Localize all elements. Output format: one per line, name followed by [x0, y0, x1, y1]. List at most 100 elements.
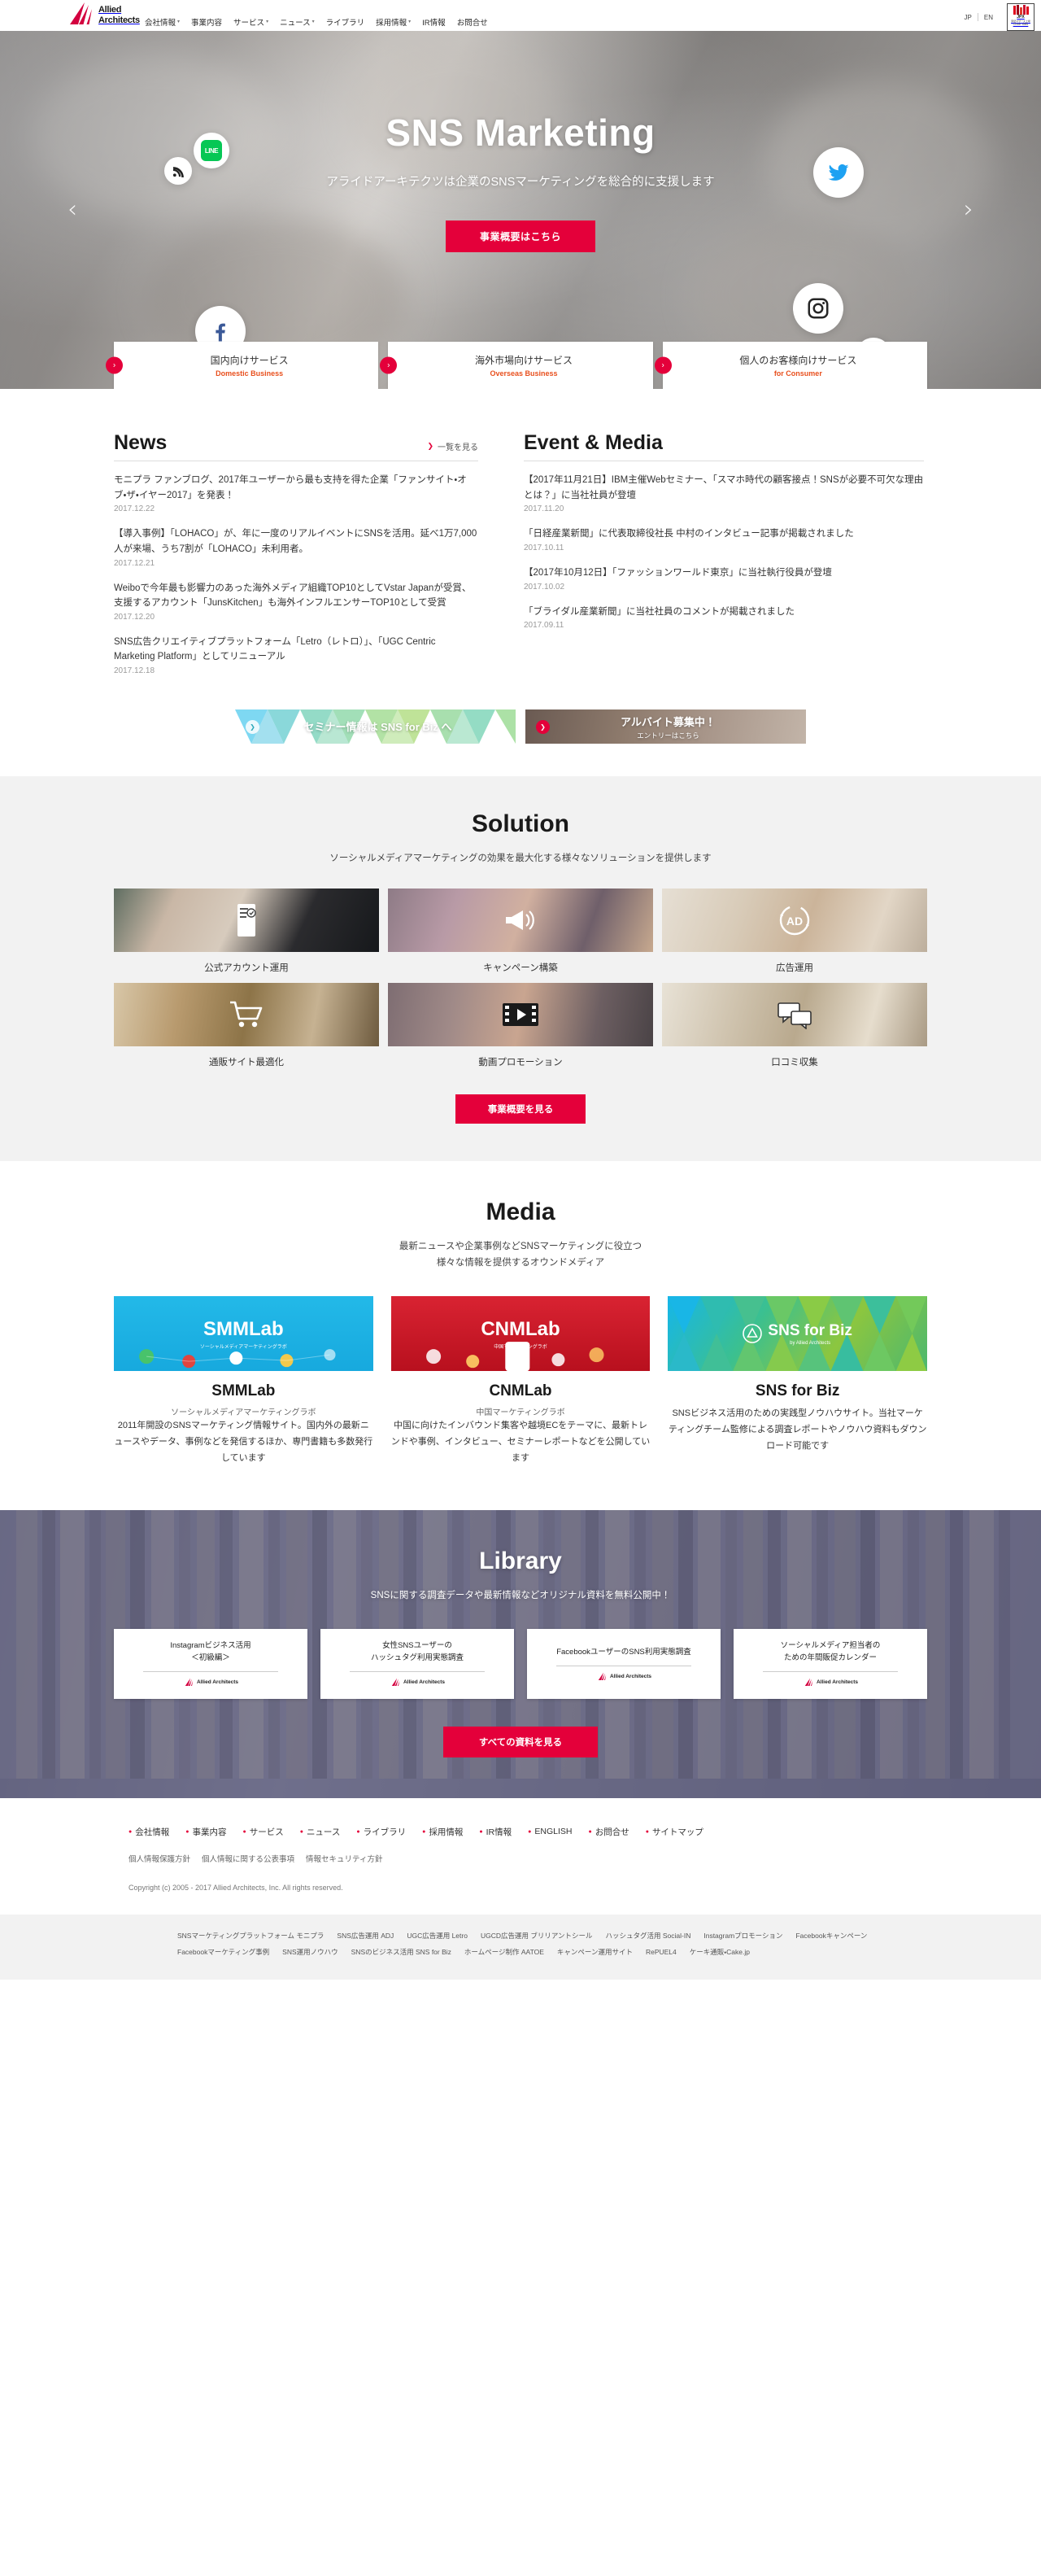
news-column: News ❯ 一覧を見る モニプラ ファンブログ、2017年ユーザーから最も支持… [114, 431, 478, 688]
media-card-smmlab[interactable]: SMMLab ソーシャルメディアマーケティングラボ SMMLab ソーシャルメデ… [114, 1296, 373, 1466]
news-item-link[interactable]: モニプラ ファンブログ、2017年ユーザーから最も支持を得た企業「ファンサイト・… [114, 473, 478, 503]
library-card-brand-text: Allied Architects [196, 1679, 239, 1685]
jpx-listing-badge[interactable]: JPX 東証マザーズ上場 CODE: 6081 [1007, 3, 1034, 31]
library-card-brand: Allied Architects [596, 1672, 651, 1681]
footer-tag[interactable]: ケーキ通販・Cake.jp [690, 1945, 750, 1958]
site-logo[interactable]: Allied Architects [63, 2, 140, 26]
twitter-icon[interactable] [813, 147, 864, 198]
media-thumb-logo: CNMLab [481, 1317, 560, 1340]
triangle-logo-icon [743, 1324, 763, 1343]
solution-card-reviews[interactable]: 口コミ収集 [662, 983, 927, 1068]
footer-tag[interactable]: SNSマーケティングプラットフォーム モニプラ [177, 1929, 324, 1942]
footer-policy-security[interactable]: 情報セキュリティ方針 [306, 1853, 382, 1864]
news-more-link[interactable]: ❯ 一覧を見る [427, 440, 478, 455]
nav-label: お問合せ [456, 19, 488, 28]
instagram-icon[interactable] [793, 283, 843, 334]
footer-tag[interactable]: ホームページ制作 AATOE [464, 1945, 544, 1958]
service-card-overseas[interactable]: › 海外市場向けサービス Overseas Business [380, 342, 653, 389]
footer-link-service[interactable]: ● サービス [242, 1826, 283, 1838]
solution-card-ec[interactable]: 通販サイト最適化 [114, 983, 379, 1068]
footer-tag[interactable]: UGC広告運用 Letro [407, 1929, 468, 1942]
footer-tag[interactable]: ハッシュタグ活用 Social-IN [606, 1929, 691, 1942]
footer-tag[interactable]: Instagramプロモーション [703, 1929, 782, 1942]
solution-card-video[interactable]: 動画プロモーション [388, 983, 653, 1068]
footer-tag[interactable]: SNS運用ノウハウ [282, 1945, 338, 1958]
footer-policy-disclosure[interactable]: 個人情報に関する公表事項 [202, 1853, 294, 1864]
media-card-cnmlab[interactable]: CNMLab 中国マーケティングラボ CNMLab 中国マーケティングラボ 中国… [390, 1296, 651, 1466]
nav-item-ir[interactable]: IR情報 [422, 16, 446, 28]
news-item-date: 2017.12.21 [114, 558, 155, 568]
nav-label: 会社情報 [145, 19, 176, 28]
footer-link-ir[interactable]: ● IR情報 [479, 1826, 512, 1838]
nav-item-service[interactable]: サービス ▾ [233, 16, 268, 28]
nav-item-recruit[interactable]: 採用情報 ▾ [376, 16, 411, 28]
footer-link-library[interactable]: ● ライブラリ [356, 1826, 406, 1838]
footer-tag[interactable]: Facebookキャンペーン [795, 1929, 867, 1942]
news-list: モニプラ ファンブログ、2017年ユーザーから最も支持を得た企業「ファンサイト・… [114, 461, 478, 675]
library-card-facebook[interactable]: FacebookユーザーのSNS利用実態調査 Allied Architects [527, 1628, 721, 1699]
event-column: Event & Media 【2017年11月21日】IBM主催Webセミナー、… [524, 431, 924, 688]
news-item-link[interactable]: 【導入事例】「LOHACO」が、年に一度のリアルイベントにSNSを活用。延べ1万… [114, 526, 478, 557]
site-footer: ● 会社情報 ● 事業内容 ● サービス ● ニュース ● ライブラリ ● 採用情報 ● IR… [0, 1797, 1041, 1980]
lang-en[interactable]: EN [978, 14, 999, 21]
footer-link-business[interactable]: ● 事業内容 [185, 1826, 226, 1838]
footer-tag[interactable]: RePUEL4 [646, 1945, 677, 1958]
nav-label: ニュース [280, 19, 311, 28]
nav-item-business[interactable]: 事業内容 [191, 16, 222, 28]
library-card-instagram[interactable]: Instagramビジネス活用 ＜初級編＞ Allied Architects [114, 1628, 307, 1699]
footer-link-english[interactable]: ● ENGLISH [528, 1826, 572, 1838]
footer-link-recruit[interactable]: ● 採用情報 [422, 1826, 463, 1838]
library-card-calendar[interactable]: ソーシャルメディア担当者の ための年間販促カレンダー Allied Archit… [734, 1628, 927, 1699]
jpx-bars-icon [1013, 5, 1029, 15]
library-cta-button[interactable]: すべての資料を見る [442, 1726, 599, 1757]
news-item-link[interactable]: SNS広告クリエイティブプラットフォーム「Letro（レトロ）」、「UGC Ce… [114, 635, 478, 665]
banner-sns-for-biz[interactable]: ❯ セミナー情報は SNS for Biz へ [235, 709, 516, 744]
footer-link-sitemap[interactable]: ● サイトマップ [646, 1826, 703, 1838]
footer-link-news[interactable]: ● ニュース [300, 1826, 341, 1838]
hero-title: SNS Marketing [385, 111, 656, 154]
service-card-consumer[interactable]: › 個人のお客様向けサービス for Consumer [654, 342, 927, 389]
solution-card-image [388, 889, 653, 952]
service-card-text: 国内向けサービス Domestic Business [114, 353, 378, 378]
event-item-link[interactable]: 「日経産業新聞」に代表取締役社長 中村のインタビュー記事が掲載されました [524, 526, 924, 542]
footer-policy-privacy[interactable]: 個人情報保護方針 [128, 1853, 190, 1864]
event-item-link[interactable]: 【2017年10月12日】「ファッションワールド東京」に当社執行役員が登壇 [524, 565, 924, 581]
hero-prev-arrow[interactable]: ‹ [68, 198, 77, 222]
footer-tag[interactable]: Facebookマーケティング事例 [177, 1945, 269, 1958]
solution-card-ads[interactable]: AD 広告運用 [662, 889, 927, 974]
nav-item-news[interactable]: ニュース ▾ [280, 16, 315, 28]
footer-inner: ● 会社情報 ● 事業内容 ● サービス ● ニュース ● ライブラリ ● 採用情報 ● IR… [114, 1826, 927, 1892]
hero-cta-button[interactable]: 事業概要はこちら [445, 220, 595, 252]
service-card-domestic[interactable]: › 国内向けサービス Domestic Business [106, 342, 379, 389]
event-item-link[interactable]: 「ブライダル産業新聞」に当社社員のコメントが掲載されました [524, 605, 924, 620]
library-grid: Instagramビジネス活用 ＜初級編＞ Allied Architects … [114, 1628, 927, 1699]
lang-jp[interactable]: JP [959, 14, 978, 21]
footer-link-company[interactable]: ● 会社情報 [128, 1826, 169, 1838]
nav-item-library[interactable]: ライブラリ [326, 16, 365, 28]
line-icon[interactable]: LINE [194, 133, 229, 168]
footer-tag[interactable]: キャンペーン運用サイト [557, 1945, 633, 1958]
library-card-hashtag[interactable]: 女性SNSユーザーの ハッシュタグ利用実態調査 Allied Architect… [320, 1628, 514, 1699]
footer-tag[interactable]: UGCD広告運用 ブリリアントシール [481, 1929, 593, 1942]
solution-card-campaign[interactable]: キャンペーン構築 [388, 889, 653, 974]
nav-item-contact[interactable]: お問合せ [457, 16, 488, 28]
footer-link-label: サービス [249, 1827, 284, 1837]
rss-icon[interactable] [164, 157, 192, 185]
hero-next-arrow[interactable]: › [964, 198, 973, 222]
event-item-date: 2017.10.02 [524, 582, 565, 592]
media-card-snsforbiz[interactable]: SNS for Biz by Allied Architects SNS for… [668, 1296, 927, 1466]
event-item: 【2017年10月12日】「ファッションワールド東京」に当社執行役員が登壇 20… [524, 565, 924, 592]
footer-tag[interactable]: SNS広告運用 ADJ [337, 1929, 394, 1942]
nav-item-company[interactable]: 会社情報 ▾ [145, 16, 180, 28]
footer-link-contact[interactable]: ● お問合せ [588, 1826, 629, 1838]
event-item-link[interactable]: 【2017年11月21日】IBM主催Webセミナー、「スマホ時代の顧客接点！SN… [524, 473, 924, 503]
footer-link-label: 採用情報 [429, 1827, 464, 1837]
footer-tag[interactable]: SNSのビジネス活用 SNS for Biz [351, 1945, 451, 1958]
media-subtitle-line2: 様々な情報を提供するオウンドメディア [436, 1258, 605, 1268]
banner-recruit[interactable]: ❯ アルバイト募集中！ エントリーはこちら [525, 709, 806, 744]
solution-cta-button[interactable]: 事業概要を見る [455, 1094, 586, 1124]
solution-card-label: キャンペーン構築 [483, 963, 558, 973]
solution-card-account[interactable]: 公式アカウント運用 [114, 889, 379, 974]
news-item-link[interactable]: Weiboで今年最も影響力のあった海外メディア組織TOP10としてVstar J… [114, 581, 478, 611]
footer-copyright: Copyright (c) 2005 - 2017 Allied Archite… [128, 1883, 343, 1892]
